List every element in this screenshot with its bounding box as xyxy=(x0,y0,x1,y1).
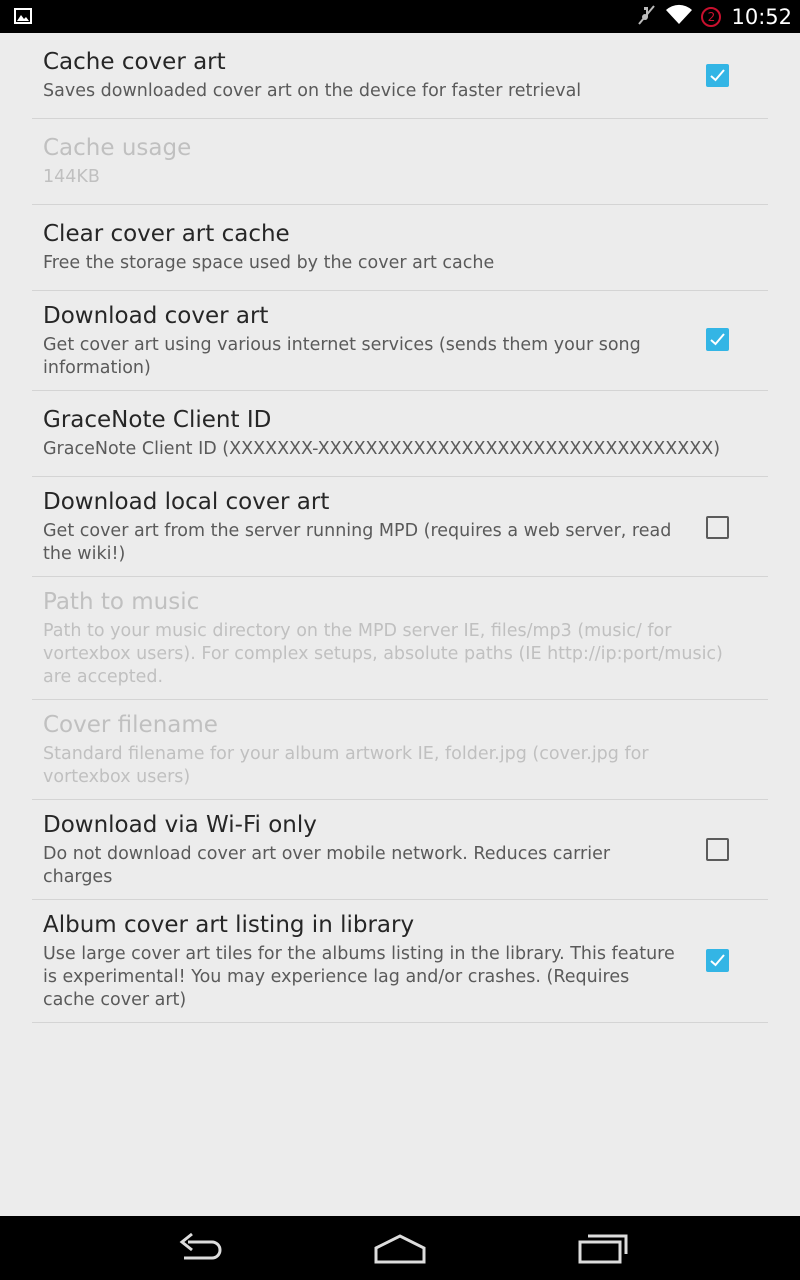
pref-summary: 144KB xyxy=(43,167,100,187)
pref-title: Path to music xyxy=(43,589,200,615)
pref-summary: GraceNote Client ID (XXXXXXX-XXXXXXXXXXX… xyxy=(43,439,721,459)
pref-summary: Path to your music directory on the MPD … xyxy=(43,621,723,687)
pref-path-to-music: Path to music Path to your music directo… xyxy=(32,577,768,700)
status-bar: 2 10:52 xyxy=(0,0,800,33)
mute-icon xyxy=(635,4,657,30)
pref-summary: Saves downloaded cover art on the device… xyxy=(43,81,582,101)
checkmark-icon xyxy=(710,333,725,346)
pref-cover-filename: Cover filename Standard filename for you… xyxy=(32,700,768,800)
wifi-icon xyxy=(665,4,693,30)
preferences-list: Cache cover art Saves downloaded cover a… xyxy=(32,33,768,1023)
pref-cache-cover-art[interactable]: Cache cover art Saves downloaded cover a… xyxy=(32,33,768,119)
checkmark-icon xyxy=(710,954,725,967)
pref-title: Download cover art xyxy=(43,303,269,329)
pref-title: Download local cover art xyxy=(43,489,330,515)
pref-download-local-cover-art[interactable]: Download local cover art Get cover art f… xyxy=(32,477,768,577)
pref-summary: Get cover art from the server running MP… xyxy=(43,521,672,564)
pref-title: GraceNote Client ID xyxy=(43,407,272,433)
pref-gracenote-client-id[interactable]: GraceNote Client ID GraceNote Client ID … xyxy=(32,391,768,477)
recent-apps-icon[interactable] xyxy=(576,1230,630,1270)
pref-summary: Free the storage space used by the cover… xyxy=(43,253,495,273)
download-local-cover-art-checkbox[interactable] xyxy=(706,516,729,539)
pref-title: Clear cover art cache xyxy=(43,221,290,247)
album-cover-art-listing-checkbox[interactable] xyxy=(706,949,729,972)
pref-summary: Standard filename for your album artwork… xyxy=(43,744,649,787)
pref-title: Cover filename xyxy=(43,712,218,738)
pref-clear-cover-art-cache[interactable]: Clear cover art cache Free the storage s… xyxy=(32,205,768,291)
pref-summary: Use large cover art tiles for the albums… xyxy=(43,944,675,1010)
pref-summary: Do not download cover art over mobile ne… xyxy=(43,844,611,887)
pref-title: Cache usage xyxy=(43,135,192,161)
cache-cover-art-checkbox[interactable] xyxy=(706,64,729,87)
notification-badge-icon: 2 xyxy=(701,6,722,27)
clock: 10:52 xyxy=(731,4,792,29)
pref-album-cover-art-listing[interactable]: Album cover art listing in library Use l… xyxy=(32,900,768,1023)
back-icon[interactable] xyxy=(174,1230,224,1270)
pref-cache-usage: Cache usage 144KB xyxy=(32,119,768,205)
pref-title: Cache cover art xyxy=(43,49,226,75)
pref-summary: Get cover art using various internet ser… xyxy=(43,335,641,378)
navigation-bar xyxy=(0,1216,800,1280)
download-via-wifi-only-checkbox[interactable] xyxy=(706,838,729,861)
checkmark-icon xyxy=(710,69,725,82)
pref-download-cover-art[interactable]: Download cover art Get cover art using v… xyxy=(32,291,768,391)
home-icon[interactable] xyxy=(372,1230,428,1270)
image-notification-icon xyxy=(14,8,32,24)
pref-title: Download via Wi-Fi only xyxy=(43,812,317,838)
pref-title: Album cover art listing in library xyxy=(43,912,415,938)
download-cover-art-checkbox[interactable] xyxy=(706,328,729,351)
notification-count: 2 xyxy=(707,9,716,24)
pref-download-via-wifi-only[interactable]: Download via Wi-Fi only Do not download … xyxy=(32,800,768,900)
